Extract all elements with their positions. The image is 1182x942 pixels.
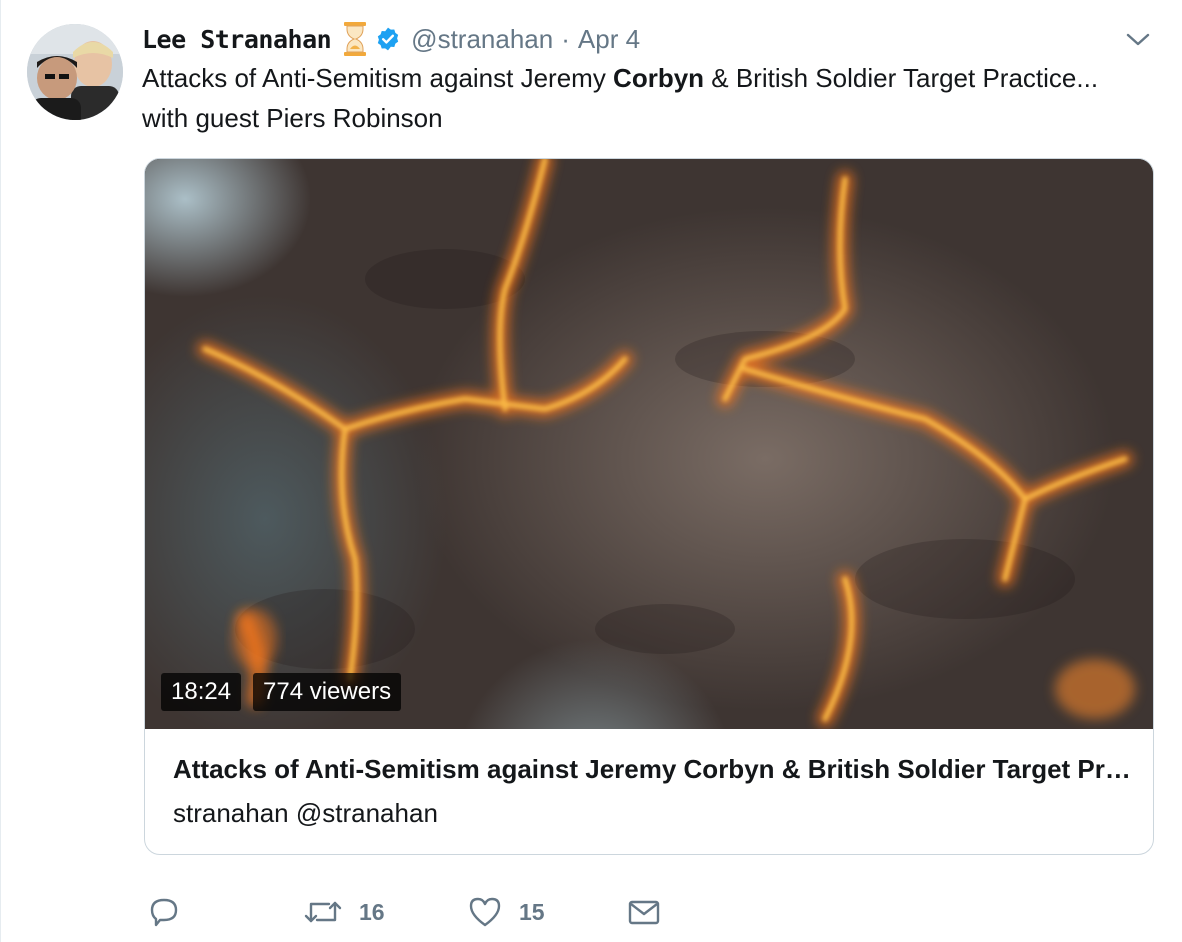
tweet-actions: 16 15 (147, 892, 707, 932)
retweet-count: 16 (359, 898, 385, 925)
retweet-button[interactable]: 16 (303, 892, 385, 932)
reply-button[interactable] (147, 892, 181, 932)
direct-message-button[interactable] (627, 892, 661, 932)
heart-icon (467, 895, 503, 929)
tweet-container[interactable]: Lee Stranahan @stranahan · Apr 4 Attacks… (0, 0, 1182, 942)
viewer-count-badge: 774 viewers (253, 673, 402, 711)
card-title[interactable]: Attacks of Anti-Semitism against Jeremy … (173, 749, 1133, 789)
card-info[interactable]: Attacks of Anti-Semitism against Jeremy … (173, 749, 1133, 833)
retweet-icon (303, 895, 343, 929)
chevron-down-icon[interactable] (1125, 30, 1151, 50)
avatar[interactable] (27, 24, 123, 120)
video-duration-badge: 18:24 (161, 673, 242, 711)
tweet-header: Lee Stranahan @stranahan · Apr 4 (142, 20, 640, 58)
card-subtitle: stranahan @stranahan (173, 798, 438, 828)
like-count: 15 (519, 898, 545, 925)
video-thumbnail[interactable]: 18:24 774 viewers (145, 159, 1153, 729)
envelope-icon (627, 895, 661, 929)
tweet-text-bold: Corbyn (613, 63, 705, 93)
tweet-text: Attacks of Anti-Semitism against Jeremy … (142, 58, 1102, 138)
verified-badge-icon (375, 26, 401, 52)
hourglass-icon (343, 22, 367, 56)
author-handle[interactable]: @stranahan (411, 24, 553, 55)
tweet-date[interactable]: Apr 4 (578, 24, 640, 55)
tweet-text-part: Attacks of Anti-Semitism against Jeremy (142, 63, 614, 93)
video-card[interactable]: 18:24 774 viewers Attacks of Anti-Semiti… (144, 158, 1154, 855)
like-button[interactable]: 15 (467, 892, 545, 932)
author-name[interactable]: Lee Stranahan (142, 25, 332, 54)
lava-texture (197, 159, 1135, 727)
separator-dot: · (561, 23, 570, 54)
reply-icon (147, 895, 181, 929)
